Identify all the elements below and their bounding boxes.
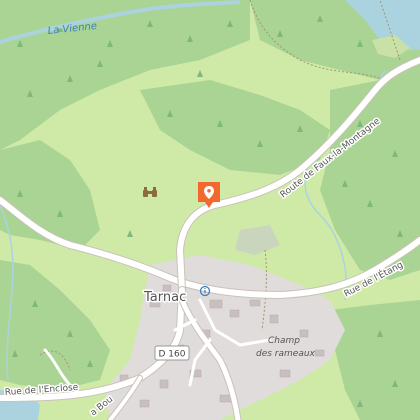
route-shield-label: D 160 — [159, 350, 186, 360]
place-name-label[interactable]: Tarnac — [142, 289, 188, 307]
map-canvas[interactable]: Route de Faux-la-Montagne Rue de l'Étang… — [0, 0, 420, 420]
area-label-line2: des rameaux — [256, 349, 316, 359]
map-view[interactable]: Route de Faux-la-Montagne Rue de l'Étang… — [0, 0, 420, 420]
route-shield-d160: D 160 — [154, 345, 190, 361]
area-label-line1: Champ — [268, 336, 300, 346]
